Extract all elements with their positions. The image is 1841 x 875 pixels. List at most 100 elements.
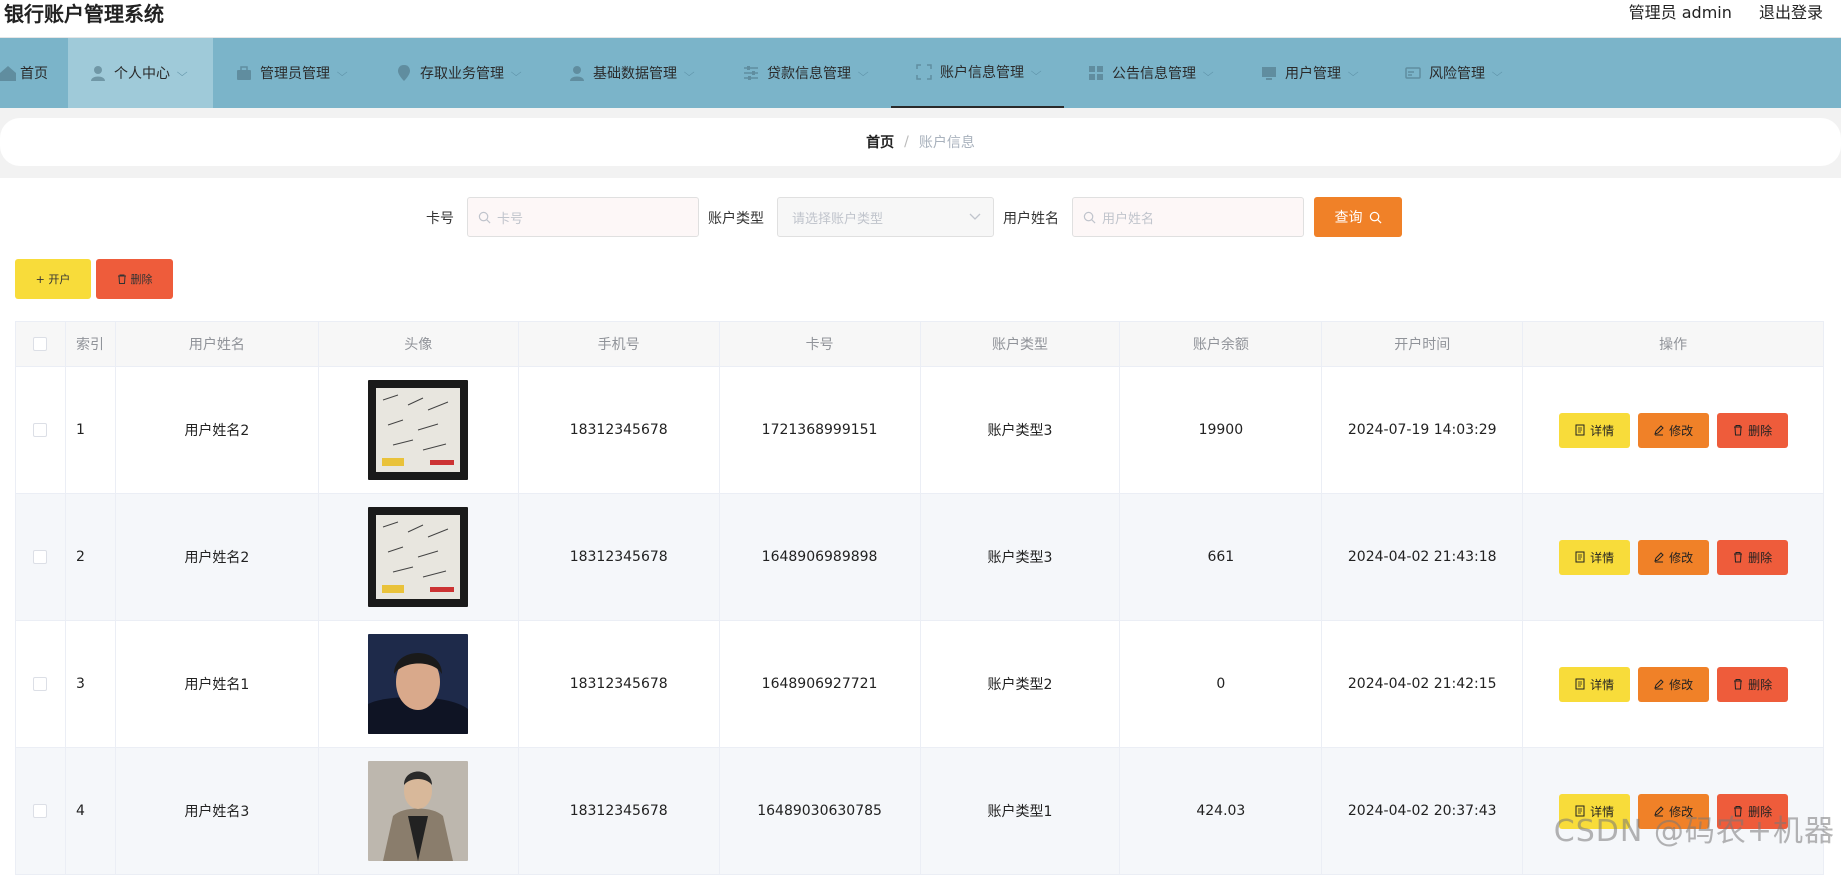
- breadcrumb: 首页 / 账户信息: [0, 118, 1841, 166]
- logout-link[interactable]: 退出登录: [1759, 3, 1823, 22]
- row-phone: 18312345678: [519, 494, 720, 621]
- row-ops: 详情 修改 删除: [1523, 367, 1824, 494]
- header-cell: 手机号: [519, 322, 720, 367]
- checkbox[interactable]: [33, 423, 47, 437]
- edit-button[interactable]: 修改: [1638, 667, 1709, 702]
- nav-label: 用户管理: [1285, 63, 1341, 83]
- query-label: 查询: [1335, 207, 1363, 227]
- pin-icon: [396, 65, 412, 81]
- nav-item-personal-center[interactable]: 个人中心 ⌵: [68, 38, 213, 108]
- nav-label: 贷款信息管理: [767, 63, 851, 83]
- row-avatar-cell: [319, 748, 519, 875]
- row-phone: 18312345678: [519, 748, 720, 875]
- home-icon: [0, 65, 10, 81]
- name-placeholder: 用户姓名: [1102, 208, 1154, 227]
- card-search-input[interactable]: 卡号: [467, 197, 699, 237]
- sliders-icon: [743, 65, 759, 81]
- checkbox[interactable]: [33, 677, 47, 691]
- header-cell: 头像: [319, 322, 519, 367]
- nav-item-user-management[interactable]: 用户管理 ⌵: [1261, 38, 1357, 108]
- pencil-icon: [1653, 551, 1665, 563]
- row-balance: 424.03: [1120, 748, 1322, 875]
- nav-item-deposit-withdraw[interactable]: 存取业务管理 ⌵: [396, 38, 520, 108]
- header-select-all[interactable]: [16, 322, 66, 367]
- chevron-down-icon: ⌵: [858, 66, 869, 80]
- briefcase-icon: [236, 65, 252, 81]
- row-time: 2024-04-02 21:43:18: [1322, 494, 1523, 621]
- row-time: 2024-07-19 14:03:29: [1322, 367, 1523, 494]
- row-avatar-cell: [319, 621, 519, 748]
- trash-icon: [1732, 424, 1744, 436]
- nav-home[interactable]: 首页: [0, 38, 68, 108]
- row-checkbox-cell[interactable]: [16, 494, 66, 621]
- card-icon: [1405, 65, 1421, 81]
- nav-home-label: 首页: [20, 63, 48, 83]
- chevron-down-icon: ⌵: [684, 66, 695, 80]
- batch-delete-button[interactable]: 删除: [96, 259, 173, 299]
- row-index: 4: [66, 748, 116, 875]
- avatar: [368, 634, 468, 734]
- nav-item-admin-management[interactable]: 管理员管理 ⌵: [236, 38, 346, 108]
- detail-button[interactable]: 详情: [1559, 413, 1630, 448]
- edit-button[interactable]: 修改: [1638, 540, 1709, 575]
- row-checkbox-cell[interactable]: [16, 367, 66, 494]
- edit-button[interactable]: 修改: [1638, 413, 1709, 448]
- breadcrumb-separator: /: [904, 134, 909, 150]
- checkbox[interactable]: [33, 550, 47, 564]
- trash-icon: [1732, 678, 1744, 690]
- row-balance: 661: [1120, 494, 1322, 621]
- nav-label: 个人中心: [114, 63, 170, 83]
- detail-button[interactable]: 详情: [1559, 540, 1630, 575]
- chevron-down-icon: ⌵: [1203, 66, 1214, 80]
- row-name: 用户姓名2: [116, 494, 319, 621]
- nav-item-loan-info[interactable]: 贷款信息管理 ⌵: [743, 38, 867, 108]
- main-nav: 首页 个人中心 ⌵ 管理员管理 ⌵ 存取业务管理 ⌵ 基础数据管理 ⌵ 贷款信息…: [0, 38, 1841, 108]
- row-ops: 详情 修改 删除: [1523, 621, 1824, 748]
- account-type-select[interactable]: 请选择账户类型: [777, 197, 994, 237]
- row-card: 1648906927721: [720, 621, 921, 748]
- row-type: 账户类型2: [921, 621, 1121, 748]
- delete-button[interactable]: 删除: [1717, 667, 1788, 702]
- row-time: 2024-04-02 20:37:43: [1322, 748, 1523, 875]
- nav-label: 管理员管理: [260, 63, 330, 83]
- document-icon: [1574, 678, 1586, 690]
- nav-item-base-data[interactable]: 基础数据管理 ⌵: [569, 38, 693, 108]
- header-cell: 账户类型: [921, 322, 1121, 367]
- row-checkbox-cell[interactable]: [16, 748, 66, 875]
- open-account-button[interactable]: + 开户: [15, 259, 91, 299]
- row-balance: 0: [1120, 621, 1322, 748]
- query-button[interactable]: 查询: [1314, 197, 1402, 237]
- detail-button[interactable]: 详情: [1559, 667, 1630, 702]
- user-icon: [90, 65, 106, 81]
- name-label: 用户姓名: [1003, 208, 1059, 228]
- header-cell: 操作: [1523, 322, 1824, 367]
- row-index: 1: [66, 367, 116, 494]
- breadcrumb-current: 账户信息: [919, 132, 975, 152]
- checkbox[interactable]: [33, 337, 47, 351]
- table-row: 2 用户姓名2 18312345678 1648906989898 账户类型3 …: [16, 494, 1824, 621]
- name-search-input[interactable]: 用户姓名: [1072, 197, 1304, 237]
- avatar: [368, 507, 468, 607]
- search-icon: [478, 211, 491, 224]
- row-time: 2024-04-02 21:42:15: [1322, 621, 1523, 748]
- delete-button[interactable]: 删除: [1717, 540, 1788, 575]
- row-type: 账户类型3: [921, 367, 1121, 494]
- admin-label: 管理员 admin: [1629, 3, 1732, 22]
- header-cell: 索引: [66, 322, 116, 367]
- trash-icon: [117, 274, 127, 284]
- batch-delete-label: 删除: [131, 271, 153, 287]
- delete-button[interactable]: 删除: [1717, 413, 1788, 448]
- row-name: 用户姓名2: [116, 367, 319, 494]
- search-icon: [1369, 211, 1382, 224]
- row-name: 用户姓名3: [116, 748, 319, 875]
- nav-item-announcement[interactable]: 公告信息管理 ⌵: [1088, 38, 1212, 108]
- checkbox[interactable]: [33, 804, 47, 818]
- nav-item-risk-management[interactable]: 风险管理 ⌵: [1405, 38, 1501, 108]
- type-label: 账户类型: [708, 208, 764, 228]
- breadcrumb-area: 首页 / 账户信息: [0, 108, 1841, 178]
- row-balance: 19900: [1120, 367, 1322, 494]
- breadcrumb-home[interactable]: 首页: [866, 132, 894, 152]
- nav-item-account-info[interactable]: 账户信息管理 ⌵: [891, 38, 1064, 108]
- detail-label: 详情: [1590, 549, 1614, 566]
- row-checkbox-cell[interactable]: [16, 621, 66, 748]
